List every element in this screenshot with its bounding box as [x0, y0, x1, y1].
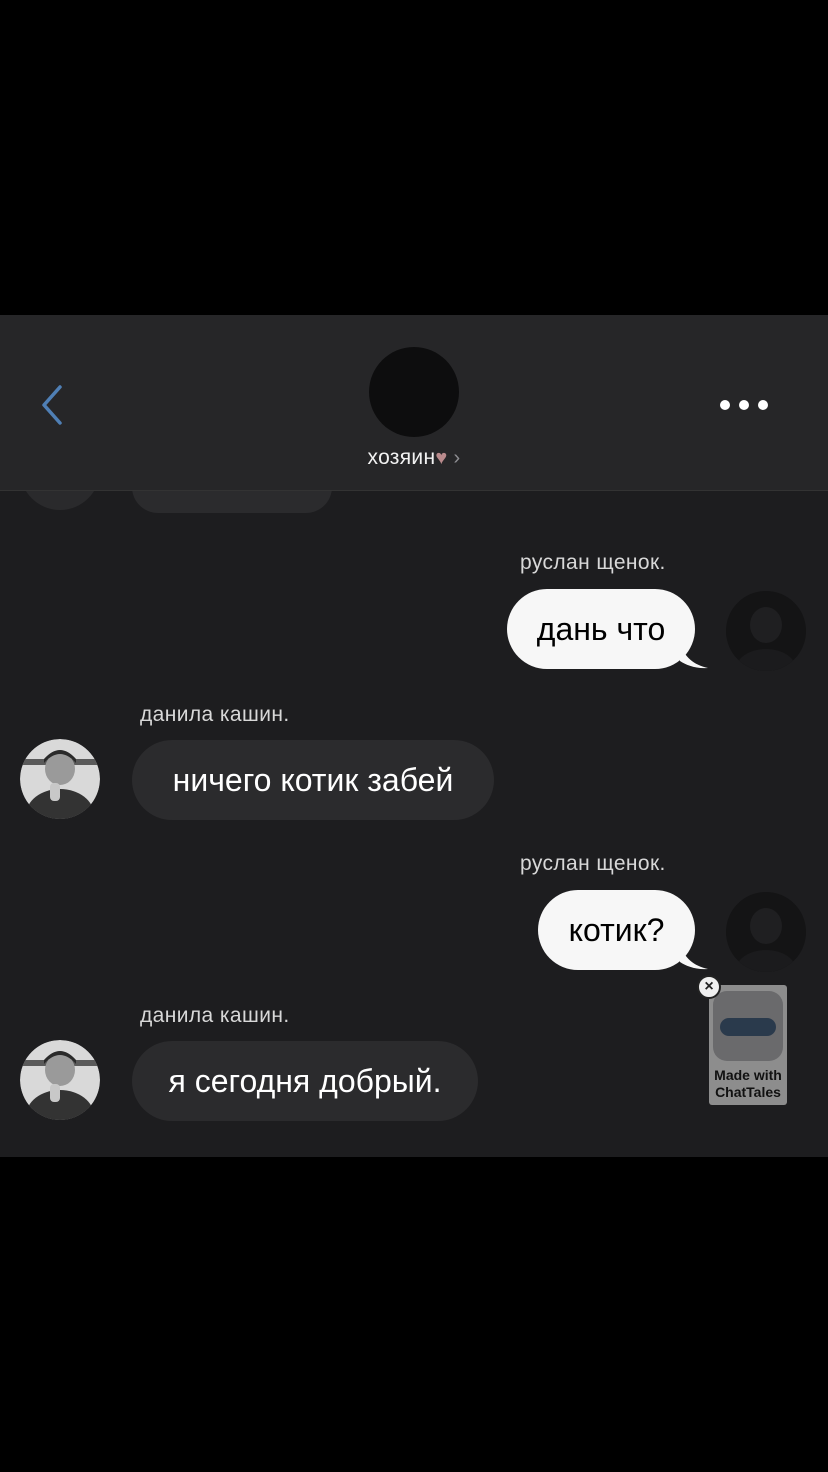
- avatar[interactable]: [726, 591, 806, 671]
- avatar[interactable]: [726, 892, 806, 972]
- contact-name-text: хозяин: [367, 446, 436, 469]
- contact-avatar[interactable]: [369, 347, 459, 437]
- avatar[interactable]: [20, 1040, 100, 1120]
- sender-name: данила кашин.: [140, 703, 290, 726]
- chattales-badge[interactable]: Made with ChatTales: [709, 985, 787, 1105]
- badge-line: Made with: [714, 1067, 782, 1083]
- bubble-tail-icon: [680, 944, 708, 970]
- incoming-message-bubble[interactable]: ничего котик забей: [132, 740, 494, 820]
- close-icon[interactable]: ×: [697, 975, 721, 999]
- contact-name[interactable]: хозяин♥ ›: [0, 446, 828, 470]
- sender-name: руслан щенок.: [520, 852, 666, 875]
- bubble-tail-icon: [680, 643, 708, 669]
- sender-name: руслан щенок.: [520, 551, 666, 574]
- outgoing-message-bubble[interactable]: дань что: [507, 589, 695, 669]
- heart-icon: ♥: [435, 447, 448, 469]
- avatar[interactable]: [20, 739, 100, 819]
- chevron-right-icon: ›: [453, 447, 461, 469]
- person-photo-icon: [726, 591, 806, 671]
- outgoing-message-bubble[interactable]: котик?: [538, 890, 695, 970]
- sender-name: данила кашин.: [140, 1004, 290, 1027]
- more-dot-icon: [739, 400, 749, 410]
- badge-line: ChatTales: [715, 1084, 781, 1100]
- person-photo-icon: [726, 892, 806, 972]
- chat-screen: хозяин♥ › руслан щенок. дань что данила к…: [0, 315, 828, 1157]
- chevron-left-icon: [42, 385, 62, 425]
- chat-bubble-icon: [713, 991, 783, 1061]
- more-dot-icon: [758, 400, 768, 410]
- badge-text: Made with ChatTales: [709, 1067, 787, 1101]
- more-dot-icon: [720, 400, 730, 410]
- person-photo-icon: [20, 1040, 100, 1120]
- person-photo-icon: [20, 739, 100, 819]
- incoming-message-bubble[interactable]: я сегодня добрый.: [132, 1041, 478, 1121]
- more-options-button[interactable]: [720, 395, 768, 415]
- chat-header: хозяин♥ ›: [0, 315, 828, 491]
- back-button[interactable]: [36, 383, 72, 427]
